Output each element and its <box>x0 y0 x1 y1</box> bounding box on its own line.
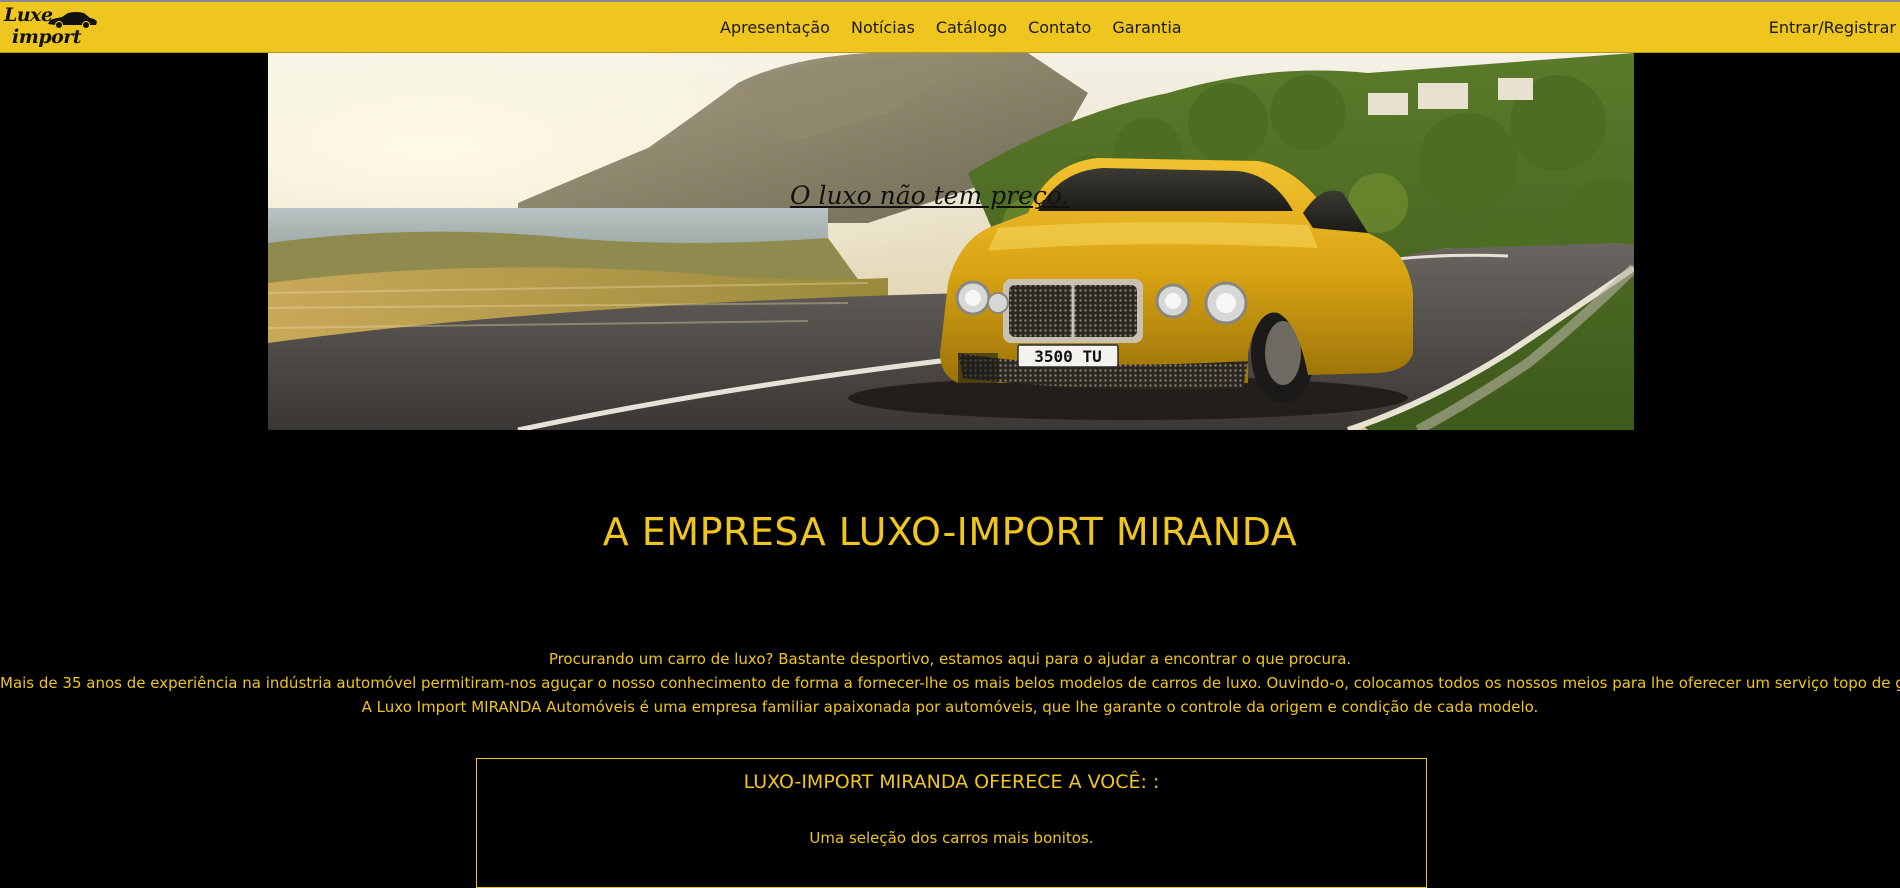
main-nav: Apresentação Notícias Catálogo Contato G… <box>720 2 1203 53</box>
hero-image: 3500 TU <box>268 53 1634 430</box>
car-silhouette-icon <box>46 11 98 29</box>
nav-link-garantia[interactable]: Garantia <box>1112 18 1181 37</box>
hero-banner: 3500 TU O luxo não tem preço. <box>268 53 1634 430</box>
nav-link-catalogo[interactable]: Catálogo <box>936 18 1007 37</box>
intro-paragraph: Mais de 35 anos de experiência na indúst… <box>0 674 1900 692</box>
company-title: A EMPRESA LUXO-IMPORT MIRANDA <box>602 510 1298 554</box>
intro-paragraph: Procurando um carro de luxo? Bastante de… <box>548 650 1352 668</box>
brand-logo[interactable]: Luxe import <box>2 4 98 52</box>
navbar: Luxe import Apresentação Notícias Catálo… <box>0 0 1900 53</box>
nav-link-apresentacao[interactable]: Apresentação <box>720 18 830 37</box>
intro-paragraph: A Luxo Import MIRANDA Automóveis é uma e… <box>361 698 1539 716</box>
offer-box: LUXO-IMPORT MIRANDA OFERECE A VOCÊ: : Um… <box>476 758 1427 888</box>
nav-link-contato[interactable]: Contato <box>1028 18 1091 37</box>
nav-link-noticias[interactable]: Notícias <box>851 18 915 37</box>
company-intro: Procurando um carro de luxo? Bastante de… <box>0 647 1900 719</box>
hero-tagline[interactable]: O luxo não tem preço. <box>790 181 1069 210</box>
logo-text-line2: import <box>12 26 82 48</box>
offer-title: LUXO-IMPORT MIRANDA OFERECE A VOCÊ: : <box>743 771 1160 793</box>
offer-item: Uma seleção dos carros mais bonitos. <box>809 829 1094 847</box>
license-plate-text: 3500 TU <box>1034 347 1101 366</box>
login-register-link[interactable]: Entrar/Registrar <box>1769 2 1896 53</box>
